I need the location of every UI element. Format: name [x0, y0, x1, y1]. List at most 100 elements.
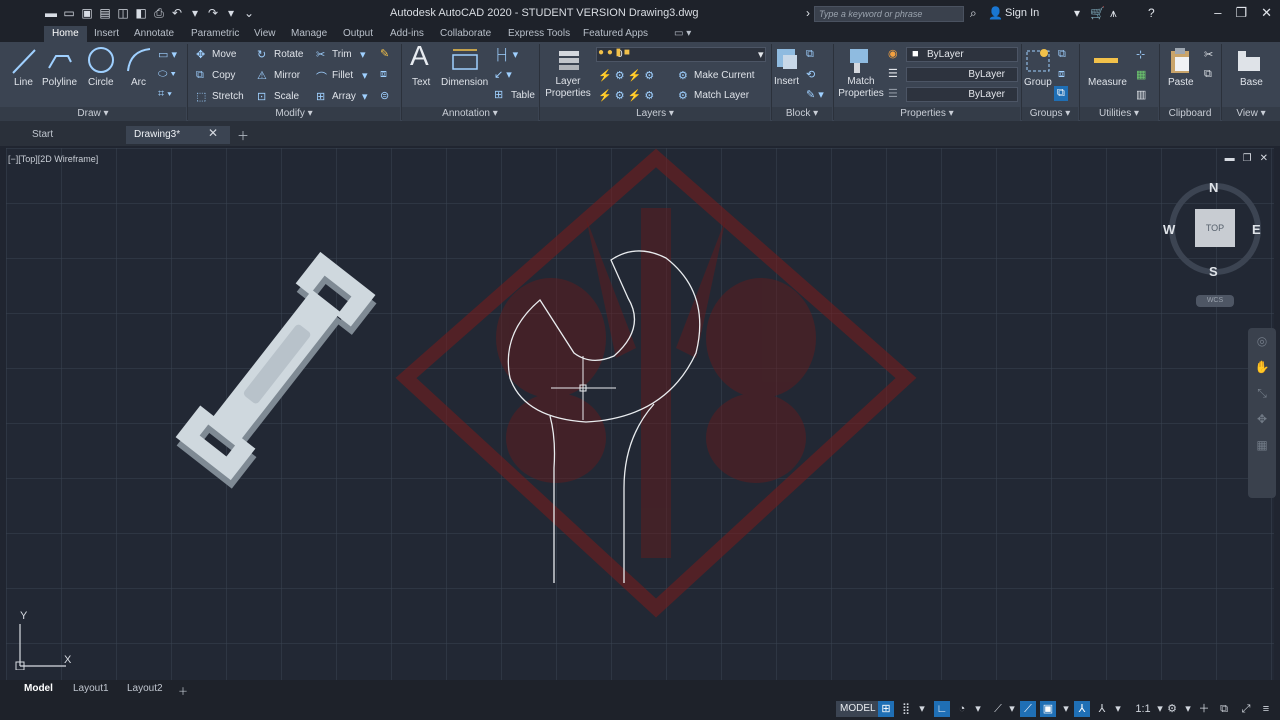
sign-in-button[interactable]: Sign In — [1005, 7, 1039, 19]
linetype-dropdown[interactable]: ByLayer — [906, 67, 1018, 82]
restore-icon[interactable]: ❐ — [1235, 5, 1247, 21]
line-icon[interactable] — [10, 46, 38, 76]
isolate-objects-icon[interactable]: ⧉ — [1216, 701, 1232, 717]
linear-dim-icon[interactable]: ├┤ ▾ — [494, 48, 518, 61]
match-properties-icon[interactable] — [846, 45, 874, 75]
drawing-viewport[interactable]: Y X — [6, 148, 1274, 680]
close-tab-icon[interactable]: ✕ — [208, 126, 218, 140]
text-button[interactable]: Text — [412, 77, 430, 88]
tab-manage[interactable]: Manage — [291, 28, 327, 39]
layer-properties-button[interactable]: Layer Properties — [545, 76, 591, 100]
explode-icon[interactable]: ⧈ — [380, 68, 387, 81]
dimension-button[interactable]: Dimension — [441, 77, 488, 88]
fillet-button[interactable]: Fillet — [332, 70, 353, 81]
table-button[interactable]: Table — [511, 90, 535, 101]
compass-east[interactable]: E — [1252, 222, 1261, 237]
polar-dropdown-icon[interactable]: ▾ — [970, 701, 986, 717]
tab-layout2[interactable]: Layout2 — [127, 683, 163, 694]
object-snap-icon[interactable]: ▣ — [1040, 701, 1056, 717]
lineweight-dropdown[interactable]: ByLayer — [906, 87, 1018, 102]
tab-view[interactable]: View — [254, 28, 276, 39]
cut-icon[interactable]: ✂ — [1204, 48, 1213, 61]
layer-tools-row2-icon[interactable]: ⚡ ⚙ ⚡ ⚙ — [598, 89, 654, 102]
paste-button[interactable]: Paste — [1168, 77, 1194, 88]
tab-parametric[interactable]: Parametric — [191, 28, 239, 39]
cart-icon[interactable]: 🛒 — [1090, 6, 1105, 20]
circle-icon[interactable] — [86, 45, 116, 75]
group-icon[interactable] — [1024, 45, 1052, 75]
view-panel-title[interactable]: View ▾ — [1222, 107, 1280, 121]
properties-panel-title[interactable]: Properties ▾ — [834, 107, 1020, 121]
paste-icon[interactable] — [1166, 45, 1194, 75]
modify-panel-title[interactable]: Modify ▾ — [188, 107, 400, 121]
annotation-scale[interactable]: 1:1 — [1132, 701, 1154, 717]
clean-screen-icon[interactable]: ⤢ — [1238, 701, 1254, 717]
tab-add-ins[interactable]: Add-ins — [390, 28, 424, 39]
clipboard-panel-title[interactable]: Clipboard — [1160, 107, 1220, 121]
tab-output[interactable]: Output — [343, 28, 373, 39]
rotate-button[interactable]: Rotate — [274, 49, 303, 60]
network-icon[interactable]: ⩚ — [1110, 6, 1117, 20]
layers-panel-title[interactable]: Layers ▾ — [540, 107, 770, 121]
auto-scale-icon[interactable]: ⅄ — [1094, 701, 1110, 717]
circle-button[interactable]: Circle — [88, 77, 114, 88]
layer-properties-icon[interactable] — [555, 46, 585, 76]
new-tab-icon[interactable]: ＋ — [237, 127, 249, 144]
wcs-menu[interactable]: WCS — [1196, 295, 1234, 307]
gradient-icon[interactable]: ⌗ ▾ — [158, 88, 172, 101]
steering-wheel-icon[interactable]: ◎ — [1248, 328, 1276, 354]
showmotion-icon[interactable]: ▦ — [1248, 432, 1276, 458]
new-file-icon[interactable]: ▬ — [44, 6, 58, 20]
polyline-button[interactable]: Polyline — [42, 77, 77, 88]
add-layout-icon[interactable]: ＋ — [178, 683, 188, 698]
compass-north[interactable]: N — [1209, 180, 1218, 195]
tab-express-tools[interactable]: Express Tools — [508, 28, 570, 39]
osnap-dropdown-icon[interactable]: ▾ — [1058, 701, 1074, 717]
close-icon[interactable]: ✕ — [1261, 5, 1272, 21]
polar-icon[interactable]: ◔ — [954, 701, 970, 717]
grid-icon[interactable]: ⊞ — [878, 701, 894, 717]
base-button[interactable]: Base — [1240, 77, 1263, 88]
rectangle-icon[interactable]: ▭ ▾ — [158, 48, 177, 61]
polyline-icon[interactable] — [46, 46, 74, 76]
calculator-icon[interactable]: ▥ — [1136, 88, 1146, 101]
save-icon[interactable]: ▣ — [80, 6, 94, 20]
search-input[interactable]: Type a keyword or phrase — [814, 6, 964, 22]
stretch-button[interactable]: Stretch — [212, 91, 244, 102]
mirror-button[interactable]: Mirror — [274, 70, 300, 81]
measure-icon[interactable] — [1092, 48, 1120, 74]
quick-select-icon[interactable]: ⊹ — [1136, 48, 1145, 61]
group-selection-icon[interactable]: ⧉ — [1054, 86, 1068, 101]
leader-icon[interactable]: ↙ ▾ — [494, 68, 512, 81]
offset-icon[interactable]: ⊜ — [380, 89, 389, 102]
match-layer-button[interactable]: Match Layer — [694, 90, 749, 101]
plot-icon[interactable]: ⎙ — [152, 6, 166, 20]
undo-dropdown-icon[interactable]: ▾ — [188, 6, 202, 20]
tab-featured-apps[interactable]: Featured Apps — [583, 28, 648, 39]
trim-dropdown-icon[interactable]: ▾ — [360, 48, 366, 61]
draw-panel-title[interactable]: Draw ▾ — [0, 107, 186, 121]
make-current-button[interactable]: Make Current — [694, 70, 755, 81]
search-expand-icon[interactable]: › — [806, 6, 810, 20]
orbit-icon[interactable]: ✥ — [1248, 406, 1276, 432]
ungroup-icon[interactable]: ⧉ — [1058, 48, 1066, 61]
snap-dropdown-icon[interactable]: ▾ — [914, 701, 930, 717]
attribute-icon[interactable]: ✎ ▾ — [806, 88, 824, 101]
insert-block-icon[interactable] — [773, 45, 801, 75]
group-edit-icon[interactable]: ⧈ — [1058, 68, 1065, 81]
viewcube-top-face[interactable]: TOP — [1195, 209, 1235, 247]
workspace-gear-icon[interactable]: ⚙ — [1164, 701, 1180, 717]
color-dropdown[interactable]: ByLayer — [906, 47, 1018, 62]
text-icon[interactable]: A — [410, 40, 429, 72]
snap-icon[interactable]: ⣿ — [898, 701, 914, 717]
tab-home[interactable]: Home — [44, 26, 87, 42]
array-dropdown-icon[interactable]: ▾ — [362, 90, 368, 103]
minimize-icon[interactable]: ‒ — [1214, 5, 1221, 21]
line-button[interactable]: Line — [14, 77, 33, 88]
pan-icon[interactable]: ✋ — [1248, 354, 1276, 380]
base-view-icon[interactable] — [1234, 47, 1264, 73]
viewport-controls-label[interactable]: [−][Top][2D Wireframe] — [8, 154, 98, 164]
ribbon-minimize-icon[interactable]: ▭ ▾ — [674, 28, 691, 39]
customization-icon[interactable]: ≡ — [1258, 701, 1274, 717]
tab-insert[interactable]: Insert — [94, 28, 119, 39]
